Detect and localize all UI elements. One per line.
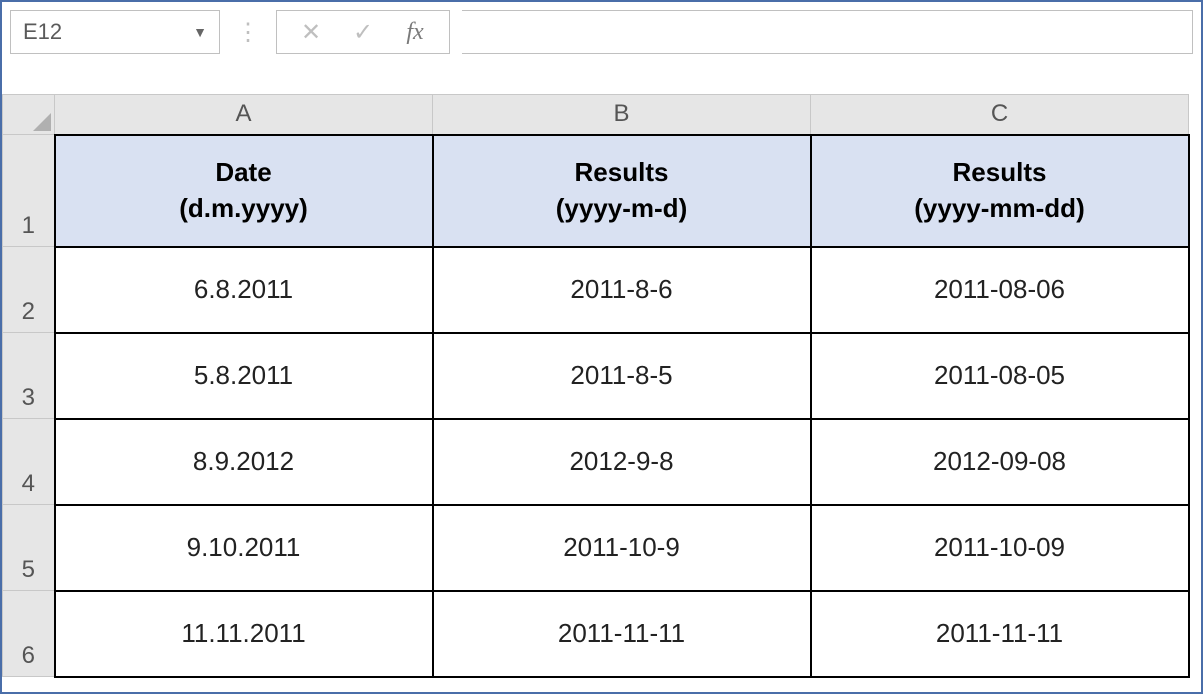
- cell-B3[interactable]: 2011-8-5: [433, 333, 811, 419]
- fx-icon[interactable]: fx: [401, 19, 429, 46]
- cell-B6[interactable]: 2011-11-11: [433, 591, 811, 677]
- table-row: 5 9.10.2011 2011-10-9 2011-10-09: [3, 505, 1189, 591]
- cell-A2[interactable]: 6.8.2011: [55, 247, 433, 333]
- cancel-icon[interactable]: ✕: [297, 18, 325, 47]
- row-header-5[interactable]: 5: [3, 505, 55, 591]
- table-row: 3 5.8.2011 2011-8-5 2011-08-05: [3, 333, 1189, 419]
- cell-B1[interactable]: Results (yyyy-m-d): [433, 135, 811, 247]
- formula-bar: E12 ▼ ⋮ ✕ ✓ fx: [2, 2, 1201, 62]
- header-text: (yyyy-m-d): [440, 191, 804, 226]
- header-text: Date: [62, 155, 426, 190]
- table-row: 4 8.9.2012 2012-9-8 2012-09-08: [3, 419, 1189, 505]
- cell-C5[interactable]: 2011-10-09: [811, 505, 1189, 591]
- chevron-down-icon[interactable]: ▼: [193, 24, 207, 40]
- cell-C3[interactable]: 2011-08-05: [811, 333, 1189, 419]
- cell-C1[interactable]: Results (yyyy-mm-dd): [811, 135, 1189, 247]
- column-header-B[interactable]: B: [433, 95, 811, 135]
- row-header-2[interactable]: 2: [3, 247, 55, 333]
- divider-icon: ⋮: [232, 18, 264, 47]
- select-all-corner[interactable]: [3, 95, 55, 135]
- cell-A6[interactable]: 11.11.2011: [55, 591, 433, 677]
- header-text: (d.m.yyyy): [62, 191, 426, 226]
- header-text: Results: [818, 155, 1182, 190]
- cell-A1[interactable]: Date (d.m.yyyy): [55, 135, 433, 247]
- table-row: 2 6.8.2011 2011-8-6 2011-08-06: [3, 247, 1189, 333]
- column-header-A[interactable]: A: [55, 95, 433, 135]
- name-box-value: E12: [23, 19, 62, 45]
- cell-A4[interactable]: 8.9.2012: [55, 419, 433, 505]
- cell-C4[interactable]: 2012-09-08: [811, 419, 1189, 505]
- cell-C6[interactable]: 2011-11-11: [811, 591, 1189, 677]
- spreadsheet-grid: A B C 1 Date (d.m.yyyy) Results (yyyy-m-…: [2, 94, 1201, 678]
- cell-B2[interactable]: 2011-8-6: [433, 247, 811, 333]
- cell-B5[interactable]: 2011-10-9: [433, 505, 811, 591]
- header-text: (yyyy-mm-dd): [818, 191, 1182, 226]
- row-header-1[interactable]: 1: [3, 135, 55, 247]
- select-all-icon: [33, 113, 51, 131]
- header-text: Results: [440, 155, 804, 190]
- enter-icon[interactable]: ✓: [349, 18, 377, 47]
- row-header-3[interactable]: 3: [3, 333, 55, 419]
- table-row: 6 11.11.2011 2011-11-11 2011-11-11: [3, 591, 1189, 677]
- table-row: 1 Date (d.m.yyyy) Results (yyyy-m-d) Res…: [3, 135, 1189, 247]
- formula-input[interactable]: [462, 10, 1193, 54]
- column-header-row: A B C: [3, 95, 1189, 135]
- cell-A5[interactable]: 9.10.2011: [55, 505, 433, 591]
- cell-C2[interactable]: 2011-08-06: [811, 247, 1189, 333]
- cell-B4[interactable]: 2012-9-8: [433, 419, 811, 505]
- cell-A3[interactable]: 5.8.2011: [55, 333, 433, 419]
- row-header-6[interactable]: 6: [3, 591, 55, 677]
- formula-bar-buttons: ✕ ✓ fx: [276, 10, 450, 54]
- column-header-C[interactable]: C: [811, 95, 1189, 135]
- row-header-4[interactable]: 4: [3, 419, 55, 505]
- name-box[interactable]: E12 ▼: [10, 10, 220, 54]
